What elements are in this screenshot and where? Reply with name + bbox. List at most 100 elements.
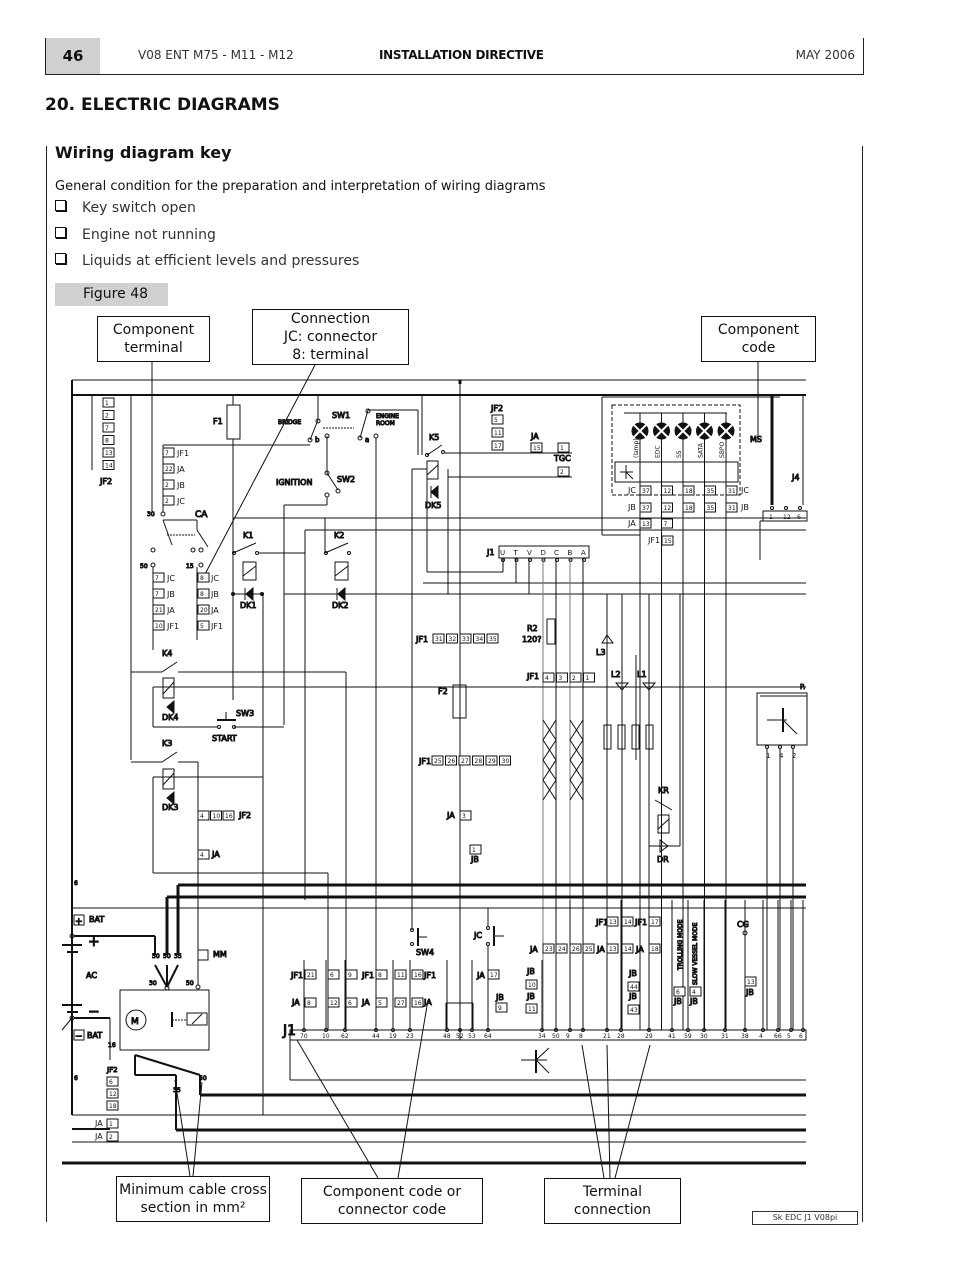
svg-text:6: 6 [74,1075,78,1082]
terminal-box: 14 [621,916,634,927]
terminal-box: 11 [525,1003,538,1014]
j1-pin-label: A [581,549,586,557]
terminal-box: 23 [542,943,555,954]
svg-text:JA: JA [423,998,432,1007]
terminal-box: 9 [495,1002,508,1013]
svg-text:17: 17 [651,919,659,926]
svg-text:7: 7 [155,575,159,582]
svg-text:+: + [75,917,83,927]
svg-text:JF2: JF2 [106,1066,118,1074]
svg-text:50: 50 [140,563,148,570]
terminal-box: 8 [375,969,388,980]
svg-text:M: M [131,1017,139,1027]
bottom-ground-block: JF2 6 12 18 1 JA 2 JA 35 50 [62,1054,806,1165]
svg-text:JF1: JF1 [290,971,303,980]
svg-text:1: 1 [769,514,773,521]
svg-text:JF1: JF1 [166,622,179,631]
j1-pin-label: 66 [774,1033,782,1040]
svg-text:+: + [88,934,100,950]
svg-text:16: 16 [225,813,233,820]
j1-pin-label: 28 [617,1033,625,1040]
terminal-box: 12 [106,1088,119,1099]
svg-text:120?: 120? [522,635,542,644]
svg-text:15: 15 [664,538,672,545]
terminal-box: 14 [102,460,115,470]
svg-text:JF1: JF1 [526,672,539,681]
terminal-box: 37 [639,502,652,513]
svg-text:(lamp): (lamp) [633,438,640,458]
svg-text:23: 23 [545,946,553,953]
svg-text:4: 4 [545,675,549,682]
svg-text:CA: CA [195,510,208,520]
svg-text:10: 10 [155,623,163,630]
svg-text:ENGINE: ENGINE [376,413,399,420]
svg-text:35: 35 [174,953,182,960]
svg-text:12: 12 [664,505,672,512]
svg-text:31: 31 [435,636,443,643]
terminal-box: 18 [682,485,695,496]
svg-text:18: 18 [109,1103,117,1110]
terminal-box: 4 [689,986,702,997]
svg-text:JB: JB [166,590,175,599]
svg-text:3: 3 [462,813,466,820]
terminal-box: 27 [394,997,407,1008]
svg-text:15: 15 [186,563,194,570]
terminal-box: 25 [431,755,444,766]
j1-pin-label: U [500,549,505,557]
terminal-box: 17 [487,969,500,980]
svg-text:JB: JB [470,855,479,864]
terminal-box: 17 [648,916,661,927]
svg-text:2: 2 [105,413,109,420]
svg-text:JC: JC [740,486,749,495]
svg-text:JA: JA [210,606,219,615]
terminal-box: 37 [639,485,652,496]
terminal-box: 7 [162,447,175,458]
svg-text:7: 7 [155,591,159,598]
terminal-box: 1 [469,844,482,855]
svg-text:SLOW VESSEL MODE: SLOW VESSEL MODE [692,922,699,985]
svg-text:31: 31 [728,505,736,512]
svg-text:18: 18 [685,505,693,512]
svg-text:JA: JA [596,945,605,954]
j1-pin-label: 21 [603,1033,611,1040]
j1-pin-label: T [513,549,519,557]
svg-text:6: 6 [348,1000,352,1007]
jf2-top-label: JF2 [99,477,112,486]
svg-text:35: 35 [173,1087,181,1094]
svg-text:JB: JB [210,590,219,599]
terminal-box: 8 [197,588,210,599]
j1-pin-label: 50 [552,1033,560,1040]
terminal-box: 2 [106,1131,119,1142]
fuse-f1 [226,404,241,440]
svg-text:13: 13 [642,521,650,528]
svg-text:JA: JA [94,1119,103,1128]
ja-15-label: JA [530,432,539,441]
svg-text:26: 26 [572,946,580,953]
svg-text:DK2: DK2 [332,601,349,610]
terminal-box: 30 [499,755,511,766]
svg-text:12: 12 [109,1091,117,1098]
terminal-box: 10 [152,620,165,631]
svg-text:DK4: DK4 [162,713,179,722]
svg-text:33: 33 [462,636,470,643]
terminal-box: 21 [304,969,317,980]
ignition-label: IGNITION [276,478,312,487]
terminal-box: 7 [152,588,165,599]
terminal-box: 18 [682,502,695,513]
terminal-box: 26 [569,943,582,954]
j1-pin-label: 59 [684,1033,692,1040]
svg-text:10: 10 [213,813,221,820]
svg-text:44: 44 [630,984,638,991]
svg-text:SATA: SATA [698,442,705,458]
svg-text:JF1: JF1 [423,971,436,980]
svg-text:18: 18 [685,488,693,495]
terminal-box: 16 [411,997,424,1008]
svg-text:a: a [365,436,369,444]
svg-text:8: 8 [307,1000,311,1007]
svg-text:ROOM: ROOM [376,420,395,427]
j1-pin-label: 5 [787,1033,791,1040]
svg-text:JF1: JF1 [210,622,223,631]
svg-text:35: 35 [489,636,497,643]
svg-text:K3: K3 [162,739,172,748]
j1-pin-label: 52 [456,1033,464,1040]
